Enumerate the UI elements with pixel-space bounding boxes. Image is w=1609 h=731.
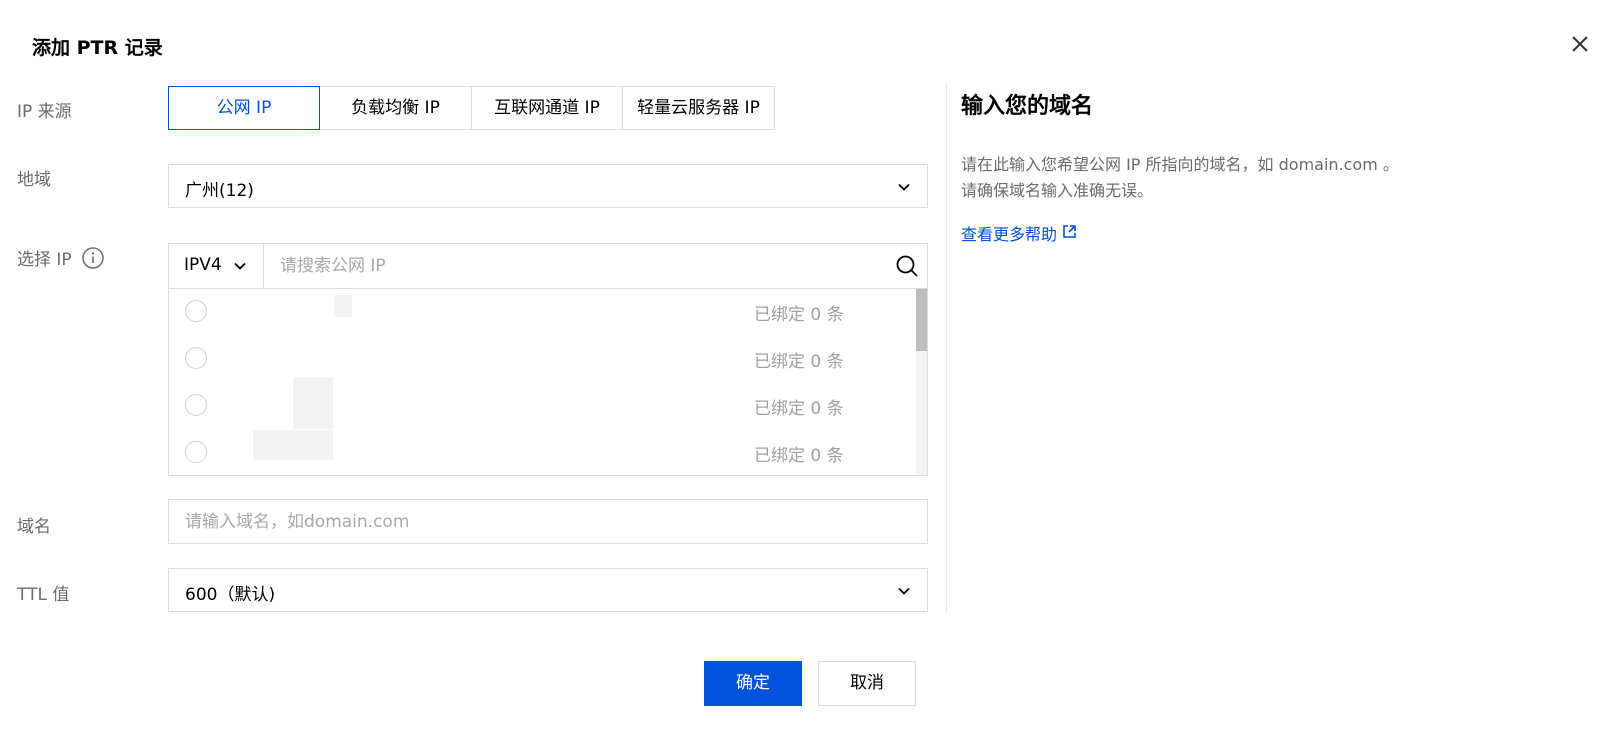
domain-label: 域名: [17, 517, 51, 537]
list-item[interactable]: 已绑定 0 条: [169, 336, 909, 382]
bound-count: 已绑定 0 条: [754, 352, 844, 372]
domain-input[interactable]: [168, 499, 928, 544]
confirm-button[interactable]: 确定: [704, 661, 802, 706]
ip-version-value: IPV4: [184, 255, 222, 275]
ip-search-input[interactable]: [264, 244, 884, 288]
select-ip-label: 选择 IP: [17, 250, 72, 270]
external-link-icon: [1057, 224, 1077, 243]
ip-selector: IPV4 已绑定 0 条: [168, 243, 928, 476]
more-help-link-label: 查看更多帮助: [961, 225, 1058, 244]
list-item[interactable]: 已绑定 0 条: [169, 289, 909, 335]
ttl-value: 600（默认): [185, 585, 276, 605]
search-icon[interactable]: [895, 254, 919, 282]
cancel-button[interactable]: 取消: [818, 661, 916, 706]
ip-source-tabs: 公网 IP 负载均衡 IP 互联网通道 IP 轻量云服务器 IP: [168, 86, 775, 130]
region-select[interactable]: 广州(12): [168, 164, 928, 208]
ip-source-label: IP 来源: [17, 102, 72, 122]
redacted-block: [253, 430, 333, 460]
tab-public-ip[interactable]: 公网 IP: [168, 86, 320, 130]
more-help-link[interactable]: 查看更多帮助: [961, 221, 1077, 245]
chevron-down-icon: [897, 583, 911, 602]
region-value: 广州(12): [185, 181, 254, 201]
ttl-select[interactable]: 600（默认): [168, 568, 928, 612]
ip-filter-bar: IPV4: [169, 244, 927, 289]
dialog-title: 添加 PTR 记录: [32, 37, 163, 59]
tab-internet-channel-ip[interactable]: 互联网通道 IP: [471, 86, 623, 130]
help-text-line-1: 请在此输入您希望公网 IP 所指向的域名，如 domain.com 。: [961, 155, 1399, 174]
tab-load-balancer-ip[interactable]: 负载均衡 IP: [319, 86, 472, 130]
bound-count: 已绑定 0 条: [754, 399, 844, 419]
chevron-down-icon: [897, 179, 911, 198]
ip-version-select[interactable]: IPV4: [169, 244, 264, 288]
add-ptr-record-dialog: 添加 PTR 记录 IP 来源 公网 IP 负载均衡 IP 互联网通道 IP 轻…: [0, 0, 1609, 731]
redacted-block: [293, 377, 333, 429]
chevron-down-icon: [233, 258, 247, 277]
ip-radio[interactable]: [185, 347, 207, 369]
ip-radio[interactable]: [185, 394, 207, 416]
help-title: 输入您的域名: [961, 94, 1094, 119]
ip-radio[interactable]: [185, 441, 207, 463]
ip-list-scrollbar[interactable]: [916, 289, 927, 351]
ip-list: 已绑定 0 条 已绑定 0 条 已绑定 0 条 已绑定 0 条: [169, 289, 927, 475]
info-icon[interactable]: [82, 247, 104, 273]
bound-count: 已绑定 0 条: [754, 305, 844, 325]
close-icon[interactable]: [1570, 34, 1590, 54]
region-label: 地域: [17, 170, 51, 190]
ttl-label: TTL 值: [17, 585, 70, 605]
help-text-line-2: 请确保域名输入准确无误。: [961, 181, 1154, 200]
list-item[interactable]: 已绑定 0 条: [169, 430, 909, 475]
tab-lighthouse-ip[interactable]: 轻量云服务器 IP: [622, 86, 775, 130]
panel-divider: [946, 82, 947, 614]
ip-radio[interactable]: [185, 300, 207, 322]
redacted-block: [334, 295, 352, 317]
list-item[interactable]: 已绑定 0 条: [169, 377, 909, 429]
bound-count: 已绑定 0 条: [754, 446, 844, 466]
